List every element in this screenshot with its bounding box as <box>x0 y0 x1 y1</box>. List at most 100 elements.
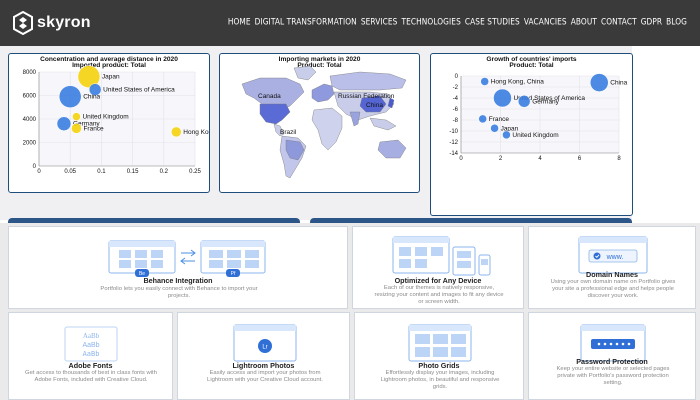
map-label-china: China <box>366 102 383 109</box>
bubble-point[interactable] <box>502 130 511 140</box>
x-tick-label: 0.25 <box>189 169 201 175</box>
nav-services[interactable]: SERVICES <box>361 16 398 27</box>
nav-digital-transformation[interactable]: DIGITAL TRANSFORMATION <box>255 16 357 27</box>
bubble-point[interactable] <box>517 95 531 108</box>
bubble-label: United Kingdom <box>82 114 128 121</box>
card-title: Photo Grids <box>418 361 460 370</box>
map-europe <box>311 83 335 103</box>
bubble-point[interactable] <box>590 73 609 92</box>
y-tick-label: 6000 <box>23 94 37 100</box>
bubble-label: Japan <box>102 74 120 81</box>
nav-home[interactable]: HOME <box>228 16 251 27</box>
card-lightroom-photos[interactable]: Lr Lightroom Photos Easily access and im… <box>177 312 350 400</box>
bubble-point[interactable] <box>58 85 82 108</box>
y-tick-label: -6 <box>453 107 459 113</box>
bubble-point[interactable] <box>71 123 82 134</box>
card-title: Lightroom Photos <box>232 361 295 370</box>
concentration-panel: Concentration and average distance in 20… <box>8 53 210 193</box>
map-se-asia <box>369 117 397 131</box>
card-description: Get access to thousands of best in class… <box>25 370 157 384</box>
bubble-label: United Kingdom <box>512 132 558 139</box>
concentration-bubble-chart: 0 2000 4000 6000 8000 0 0.05 0.1 0.15 0.2 0.25 Japa… <box>23 65 210 175</box>
growth-panel: Growth of countries' imports Product: To… <box>430 53 633 216</box>
card-title: Adobe Fonts <box>68 361 113 370</box>
x-tick-label: 0.05 <box>64 169 76 175</box>
card-photo-grids[interactable]: Photo Grids Effortlessly display your im… <box>354 312 524 400</box>
bubble-label: France <box>489 116 510 123</box>
y-tick-label: -8 <box>453 118 459 124</box>
bubble-label: United States of America <box>103 87 175 94</box>
card-adobe-fonts[interactable]: AaBb AaBb AaBb Adobe Fonts Get access to… <box>8 312 173 400</box>
nav-technologies[interactable]: TECHNOLOGIES <box>401 16 460 27</box>
nav-case-studies[interactable]: CASE STUDIES <box>465 16 520 27</box>
fonts-illustration: AaBb AaBb AaBb <box>64 326 118 362</box>
devices-illustration <box>392 236 491 276</box>
x-tick-label: 2 <box>499 156 503 162</box>
skyron-logo-icon <box>13 11 33 35</box>
map-label-brazil: Brazil <box>280 129 297 136</box>
y-tick-label: 0 <box>455 74 459 80</box>
y-tick-label: -10 <box>449 129 458 135</box>
card-behance-integration[interactable]: Be Pf Behance Integration Portfolio lets… <box>8 226 348 309</box>
bubble-point[interactable] <box>478 114 487 124</box>
x-tick-label: 8 <box>617 156 621 162</box>
y-tick-label: 8000 <box>23 70 37 76</box>
bubble-label: Hong Kong, China <box>183 129 210 136</box>
map-africa <box>311 107 343 151</box>
brand-logo[interactable]: skyron <box>12 9 91 37</box>
map-india <box>349 111 361 127</box>
card-description: Easily access and import your photos fro… <box>207 370 323 384</box>
card-description: Using your own domain name on Portfolio … <box>550 279 676 300</box>
card-title: Domain Names <box>586 270 638 279</box>
x-tick-label: 0 <box>459 156 463 162</box>
card-title: Password Protection <box>576 357 648 366</box>
y-tick-label: -4 <box>453 96 459 102</box>
card-description: Portfolio lets you easily connect with B… <box>100 286 258 300</box>
world-map[interactable]: Canada Russian Federation China Brazil <box>220 54 420 193</box>
behance-sync-illustration: Be Pf <box>108 240 266 277</box>
bubble-point[interactable] <box>493 88 512 108</box>
x-tick-label: 0.15 <box>127 169 139 175</box>
bubble-point[interactable] <box>72 112 81 121</box>
bubble-point[interactable] <box>171 126 182 138</box>
importing-markets-panel: Importing markets in 2020 Product: Total… <box>219 53 420 193</box>
x-tick-label: 0.1 <box>97 169 106 175</box>
card-password-protection[interactable]: Password Protection Keep your entire web… <box>528 312 696 400</box>
card-domain-names[interactable]: www. Domain Names Using your own domain … <box>528 226 696 309</box>
main-menu: HOME DIGITAL TRANSFORMATION SERVICES TEC… <box>228 16 687 27</box>
sync-arrows-icon <box>180 249 196 265</box>
lightroom-badge: Lr <box>262 345 267 351</box>
nav-vacancies[interactable]: VACANCIES <box>524 16 567 27</box>
nav-gdpr[interactable]: GDPR <box>641 16 662 27</box>
font-sample-1: AaBb <box>83 332 100 340</box>
card-title: Behance Integration <box>143 276 213 285</box>
nav-about[interactable]: ABOUT <box>571 16 597 27</box>
map-greenland <box>293 65 317 81</box>
lightroom-illustration: Lr <box>233 324 297 362</box>
map-label-russia: Russian Federation <box>338 93 395 100</box>
x-tick-label: 0.2 <box>160 169 169 175</box>
bubble-label: Germany <box>532 98 559 105</box>
y-tick-label: 2000 <box>23 141 37 147</box>
bubble-point[interactable] <box>480 77 489 86</box>
font-sample-2: AaBb <box>82 342 99 349</box>
nav-contact[interactable]: CONTACT <box>601 16 637 27</box>
bubble-point[interactable] <box>56 116 72 131</box>
y-tick-label: -14 <box>449 151 458 157</box>
growth-bubble-chart: 0-2-4-6-8-10-12-140 2 4 6 8Hong Kong, China C… <box>449 73 628 162</box>
font-sample-3: AaBb <box>83 350 100 358</box>
map-russia <box>329 71 407 91</box>
map-label-canada: Canada <box>258 93 281 100</box>
bubble-label: Hong Kong, China <box>491 79 545 86</box>
nav-blog[interactable]: BLOG <box>666 16 687 27</box>
y-tick-label: 0 <box>33 164 37 170</box>
card-optimized-any-device[interactable]: Optimized for Any Device Each of our the… <box>352 226 524 309</box>
check-icon <box>593 252 601 260</box>
x-tick-label: 0 <box>37 169 41 175</box>
brand-name: skyron <box>37 14 91 31</box>
y-tick-label: 4000 <box>23 117 37 123</box>
bubble-point[interactable] <box>490 124 499 133</box>
y-tick-label: -2 <box>453 85 459 91</box>
bubble-label: France <box>83 125 104 132</box>
top-navigation-bar: skyron HOME DIGITAL TRANSFORMATION SERVI… <box>0 0 700 46</box>
